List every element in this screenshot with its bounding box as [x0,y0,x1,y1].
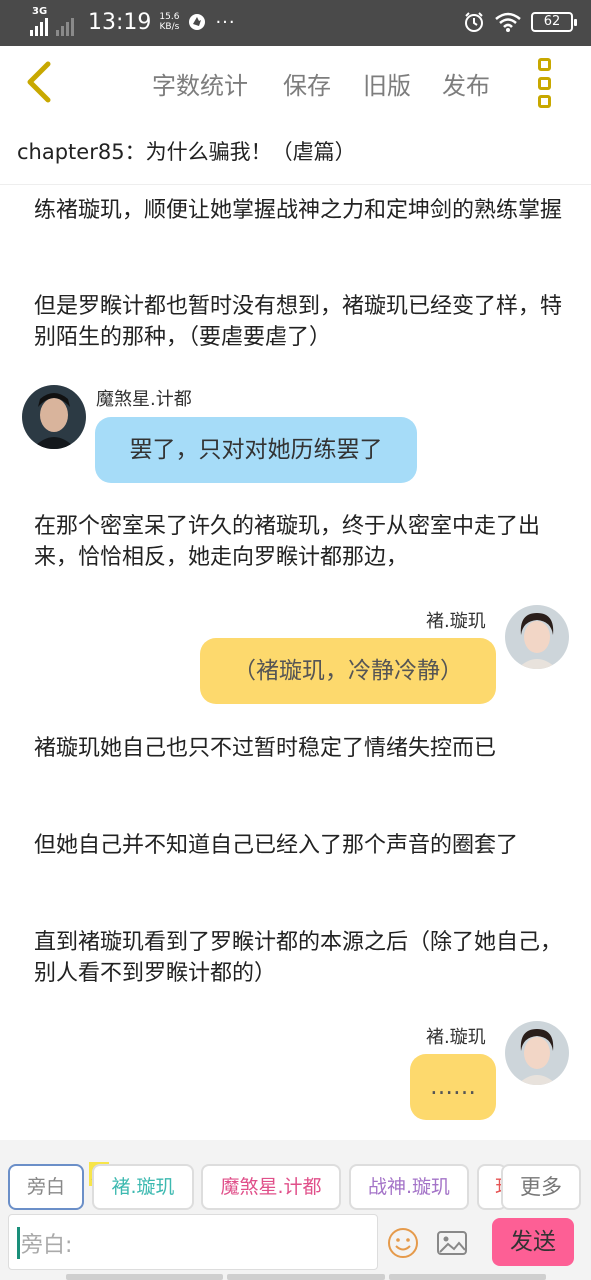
signal-icon [30,16,48,36]
chat-bubble[interactable]: 罢了，只对对她历练罢了 [95,417,417,483]
narration-paragraph[interactable]: 但是罗睺计都也暂时没有想到，褚璇玑已经变了样，特别陌生的那种，（要虐要虐了） [34,291,564,353]
more-roles-button[interactable]: 更多 [501,1164,581,1210]
avatar-xuanji[interactable] [505,605,569,669]
publish-button[interactable]: 发布 [442,66,490,101]
narration-paragraph[interactable]: 但她自己并不知道自己已经入了那个声音的圈套了 [34,830,564,861]
network-type: 3G [32,6,48,17]
signal-2-icon [56,16,74,36]
composer-panel: 旁白 主 褚.璇玑 魔煞星.计都 战神.璇玑 玑 更多 旁白: 发送 [0,1140,591,1280]
status-bar: 3G 13:19 15.6 KB/s ··· 62 [0,0,591,46]
text-cursor [17,1227,20,1259]
more-notifications-icon: ··· [215,11,236,33]
narration-paragraph[interactable]: 在那个密室呆了许久的褚璇玑，终于从密室中走了出来，恰恰相反，她走向罗睺计都那边， [34,511,564,573]
chapter-title: chapter85：为什么骗我！（虐篇） [17,140,356,164]
chat-bubble[interactable]: （褚璇玑，冷静冷静） [200,638,496,704]
narration-paragraph[interactable]: 练褚璇玑，顺便让她掌握战神之力和定坤剑的熟练掌握 [34,195,564,226]
speed-unit: KB/s [159,22,180,32]
clock: 13:19 [88,9,152,35]
image-icon[interactable] [435,1226,469,1260]
menu-dots-icon[interactable] [534,58,554,108]
character-name: 魔煞星.计都 [96,389,192,410]
role-chip-zhanshen[interactable]: 战神.璇玑 [349,1164,469,1210]
avatar-xuanji[interactable] [505,1021,569,1085]
avatar-moshaxing[interactable] [22,385,86,449]
alarm-icon [465,12,483,32]
speed-value: 15.6 [159,12,180,22]
send-button[interactable]: 发送 [492,1218,574,1266]
old-version-button[interactable]: 旧版 [363,66,411,101]
role-chip-xuanji[interactable]: 褚.璇玑 [92,1164,194,1210]
scroll-indicator [66,1274,546,1280]
input-placeholder: 旁白: [21,1233,73,1258]
editor-toolbar: 字数统计 保存 旧版 发布 [0,46,591,122]
avatar-portrait [22,385,86,449]
back-arrow-icon[interactable] [20,60,60,104]
story-content[interactable]: 练褚璇玑，顺便让她掌握战神之力和定坤剑的熟练掌握 但是罗睺计都也暂时没有想到，褚… [0,185,591,1140]
app-notification-icon [189,14,206,30]
role-chip-jidu[interactable]: 魔煞星.计都 [201,1164,341,1210]
message-input[interactable]: 旁白: [8,1214,378,1270]
avatar-portrait [505,605,569,669]
narration-paragraph[interactable]: 直到褚璇玑看到了罗睺计都的本源之后（除了她自己，别人看不到罗睺计都的） [34,927,564,989]
emoji-icon[interactable] [386,1226,420,1260]
save-button[interactable]: 保存 [283,66,331,101]
role-chip-narration[interactable]: 旁白 [8,1164,84,1210]
wifi-icon [495,12,521,32]
chat-bubble[interactable]: …… [410,1054,496,1120]
word-count-button[interactable]: 字数统计 [152,66,248,101]
character-name: 褚.璇玑 [426,611,486,632]
avatar-portrait [505,1021,569,1085]
narration-paragraph[interactable]: 褚璇玑她自己也只不过暂时稳定了情绪失控而已 [34,733,564,764]
network-speed: 15.6 KB/s [159,12,179,32]
character-name: 褚.璇玑 [426,1027,486,1048]
battery-icon: 62 [531,12,577,32]
